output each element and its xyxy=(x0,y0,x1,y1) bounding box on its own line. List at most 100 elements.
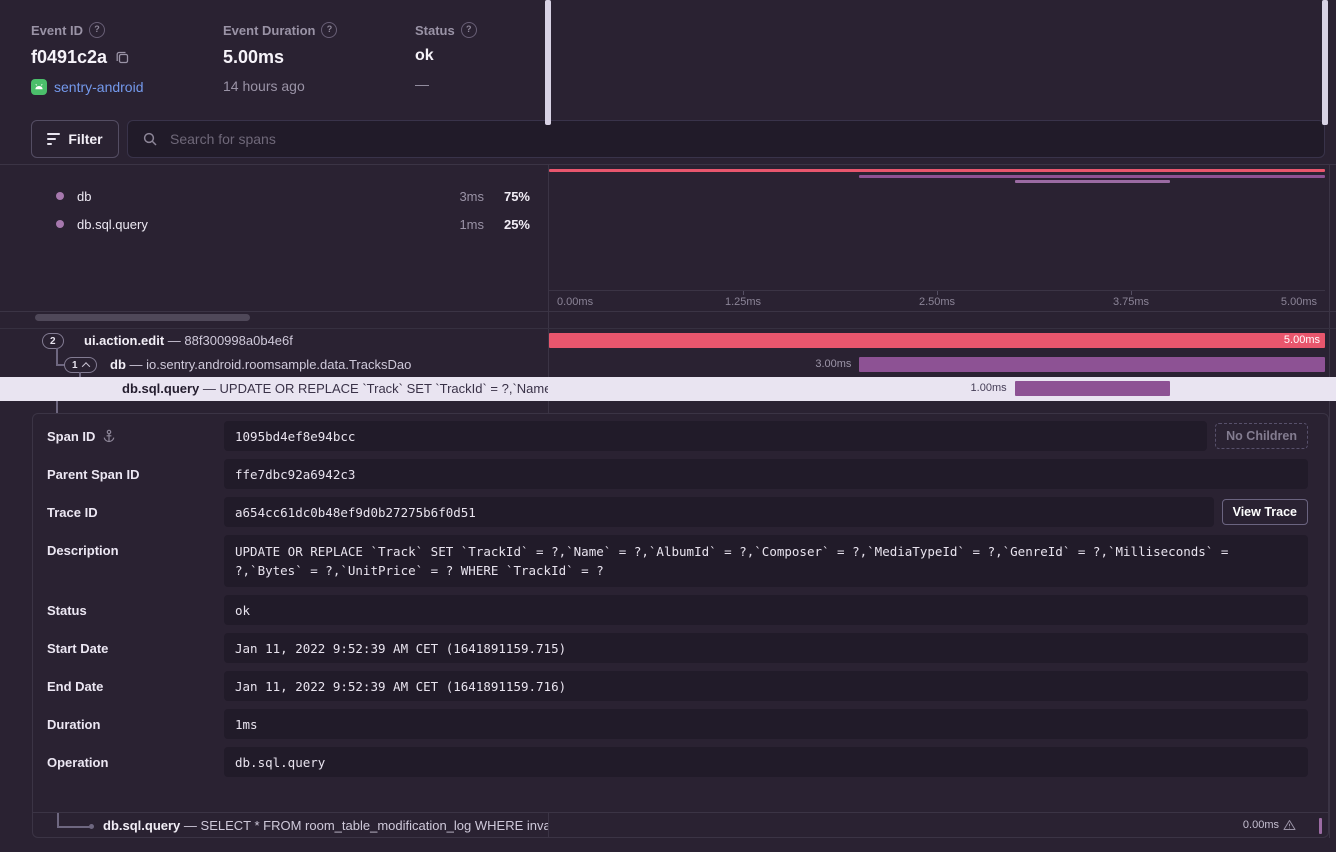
span-details-panel: Span ID 1095bd4ef8e94bcc No Children Par… xyxy=(32,413,1329,838)
detail-label-text: Duration xyxy=(47,717,100,732)
filter-button-label: Filter xyxy=(68,131,102,147)
span-title: ui.action.edit — 88f300998a0b4e6f xyxy=(84,333,293,348)
copy-icon[interactable] xyxy=(115,50,130,65)
legend-dot xyxy=(56,220,64,228)
span-row-db[interactable]: 1 db — io.sentry.android.roomsample.data… xyxy=(0,353,1336,377)
children-count: 2 xyxy=(50,336,56,347)
span-op: db.sql.query xyxy=(122,381,199,396)
legend-op: db xyxy=(77,189,438,204)
span-detail-page: Event ID ? f0491c2a sentry-android xyxy=(0,0,1336,852)
span-row-bar-cell: 1.00ms xyxy=(549,377,1325,401)
tree-horizontal-scrollbar[interactable] xyxy=(35,314,250,321)
legend-percent: 75% xyxy=(484,189,530,204)
event-duration-label-row: Event Duration ? xyxy=(223,22,337,38)
minimap-span-ui-action-edit xyxy=(549,169,1325,172)
event-duration-field: Event Duration ? 5.00ms 14 hours ago xyxy=(223,22,337,94)
detail-label-text: Description xyxy=(47,543,119,558)
span-row-bar-cell: 3.00ms xyxy=(549,353,1325,377)
detail-row-description: Description UPDATE OR REPLACE `Track` SE… xyxy=(47,535,1308,587)
children-count-pill[interactable]: 1 xyxy=(64,357,97,373)
detail-row-duration: Duration 1ms xyxy=(47,709,1308,739)
axis-tick xyxy=(743,291,744,295)
no-children-button[interactable]: No Children xyxy=(1215,423,1308,449)
legend-duration: 1ms xyxy=(438,217,484,232)
detail-value-trace-id: a654cc61dc0b48ef9d0b27275b6f0d51 xyxy=(224,497,1214,527)
search-input[interactable] xyxy=(168,130,1310,148)
span-row-bar-cell: 5.00ms xyxy=(549,329,1325,353)
help-icon[interactable]: ? xyxy=(321,22,337,38)
span-search xyxy=(127,120,1325,158)
minimap-bottom-border xyxy=(0,311,1336,312)
project-link[interactable]: sentry-android xyxy=(31,79,144,95)
children-count-pill[interactable]: 2 xyxy=(42,333,64,349)
legend-item-db-sql-query[interactable]: db.sql.query 1ms 25% xyxy=(56,212,530,236)
filter-button[interactable]: Filter xyxy=(31,120,119,158)
minimap-right-handle[interactable] xyxy=(1322,0,1328,125)
span-duration: 3.00ms xyxy=(815,357,851,372)
detail-label-text: Span ID xyxy=(47,429,95,444)
span-bar[interactable] xyxy=(859,357,1325,372)
axis-label-1: 1.25ms xyxy=(725,296,761,308)
event-duration-value: 5.00ms xyxy=(223,47,337,68)
event-duration-label: Event Duration xyxy=(223,23,315,38)
span-desc: io.sentry.android.roomsample.data.Tracks… xyxy=(146,357,411,372)
span-row-left: db.sql.query — UPDATE OR REPLACE `Track`… xyxy=(0,377,548,401)
detail-value-duration: 1ms xyxy=(224,709,1308,739)
search-icon xyxy=(142,131,158,147)
axis-tick xyxy=(937,291,938,295)
separator: — xyxy=(130,357,143,372)
tree-connector xyxy=(57,826,91,828)
event-duration-ago: 14 hours ago xyxy=(223,78,337,94)
minimap-span-db xyxy=(859,175,1325,178)
span-row-left: 1 db — io.sentry.android.roomsample.data… xyxy=(0,353,548,377)
anchor-icon[interactable] xyxy=(102,429,116,443)
event-id-value-row: f0491c2a xyxy=(31,47,144,68)
span-op: db xyxy=(110,357,126,372)
axis-label-2: 2.50ms xyxy=(919,296,955,308)
status-label: Status xyxy=(415,23,455,38)
tree-connector-dot xyxy=(89,824,94,829)
span-title: db.sql.query — SELECT * FROM room_table_… xyxy=(103,818,549,833)
span-duration: 1.00ms xyxy=(971,381,1007,396)
time-axis: 0.00ms 1.25ms 2.50ms 3.75ms 5.00ms xyxy=(549,290,1325,311)
event-id-field: Event ID ? f0491c2a sentry-android xyxy=(31,22,144,95)
span-bar[interactable] xyxy=(549,333,1325,348)
detail-label-text: Parent Span ID xyxy=(47,467,139,482)
detail-value-span-id: 1095bd4ef8e94bcc xyxy=(224,421,1207,451)
span-op: ui.action.edit xyxy=(84,333,164,348)
separator: — xyxy=(203,381,216,396)
project-name: sentry-android xyxy=(54,79,144,95)
detail-row-parent-span-id: Parent Span ID ffe7dbc92a6942c3 xyxy=(47,459,1308,489)
trace-minimap[interactable] xyxy=(549,165,1325,290)
detail-value-operation: db.sql.query xyxy=(224,747,1308,777)
detail-row-status: Status ok xyxy=(47,595,1308,625)
view-trace-button[interactable]: View Trace xyxy=(1222,499,1308,525)
span-row-left: 2 ui.action.edit — 88f300998a0b4e6f xyxy=(0,329,548,353)
detail-row-operation: Operation db.sql.query xyxy=(47,747,1308,777)
tree-connector xyxy=(57,813,59,827)
detail-row-trace-id: Trace ID a654cc61dc0b48ef9d0b27275b6f0d5… xyxy=(47,497,1308,527)
span-row-db-sql-query-selected[interactable]: db.sql.query — UPDATE OR REPLACE `Track`… xyxy=(0,377,1336,401)
span-title: db — io.sentry.android.roomsample.data.T… xyxy=(110,357,411,372)
panel-right-border xyxy=(1329,164,1330,838)
help-icon[interactable]: ? xyxy=(89,22,105,38)
span-duration-with-warning: 0.00ms xyxy=(1243,819,1296,831)
chevron-up-icon xyxy=(81,362,89,370)
detail-value-status: ok xyxy=(224,595,1308,625)
legend-item-db[interactable]: db 3ms 75% xyxy=(56,184,530,208)
help-icon[interactable]: ? xyxy=(461,22,477,38)
span-row-ui-action-edit[interactable]: 2 ui.action.edit — 88f300998a0b4e6f 5.00… xyxy=(0,329,1336,353)
separator: — xyxy=(184,818,197,833)
detail-row-start-date: Start Date Jan 11, 2022 9:52:39 AM CET (… xyxy=(47,633,1308,663)
axis-label-0: 0.00ms xyxy=(557,296,593,308)
span-op: db.sql.query xyxy=(103,818,180,833)
detail-row-span-id: Span ID 1095bd4ef8e94bcc No Children xyxy=(47,421,1308,451)
detail-value-description: UPDATE OR REPLACE `Track` SET `TrackId` … xyxy=(224,535,1308,587)
minimap-left-handle[interactable] xyxy=(545,0,551,125)
detail-label-text: Status xyxy=(47,603,87,618)
detail-value-start-date: Jan 11, 2022 9:52:39 AM CET (1641891159.… xyxy=(224,633,1308,663)
span-bar[interactable] xyxy=(1015,381,1170,396)
tree-connector xyxy=(56,401,58,413)
span-row-db-sql-query-select[interactable]: db.sql.query — SELECT * FROM room_table_… xyxy=(33,812,1328,839)
legend-duration: 3ms xyxy=(438,189,484,204)
